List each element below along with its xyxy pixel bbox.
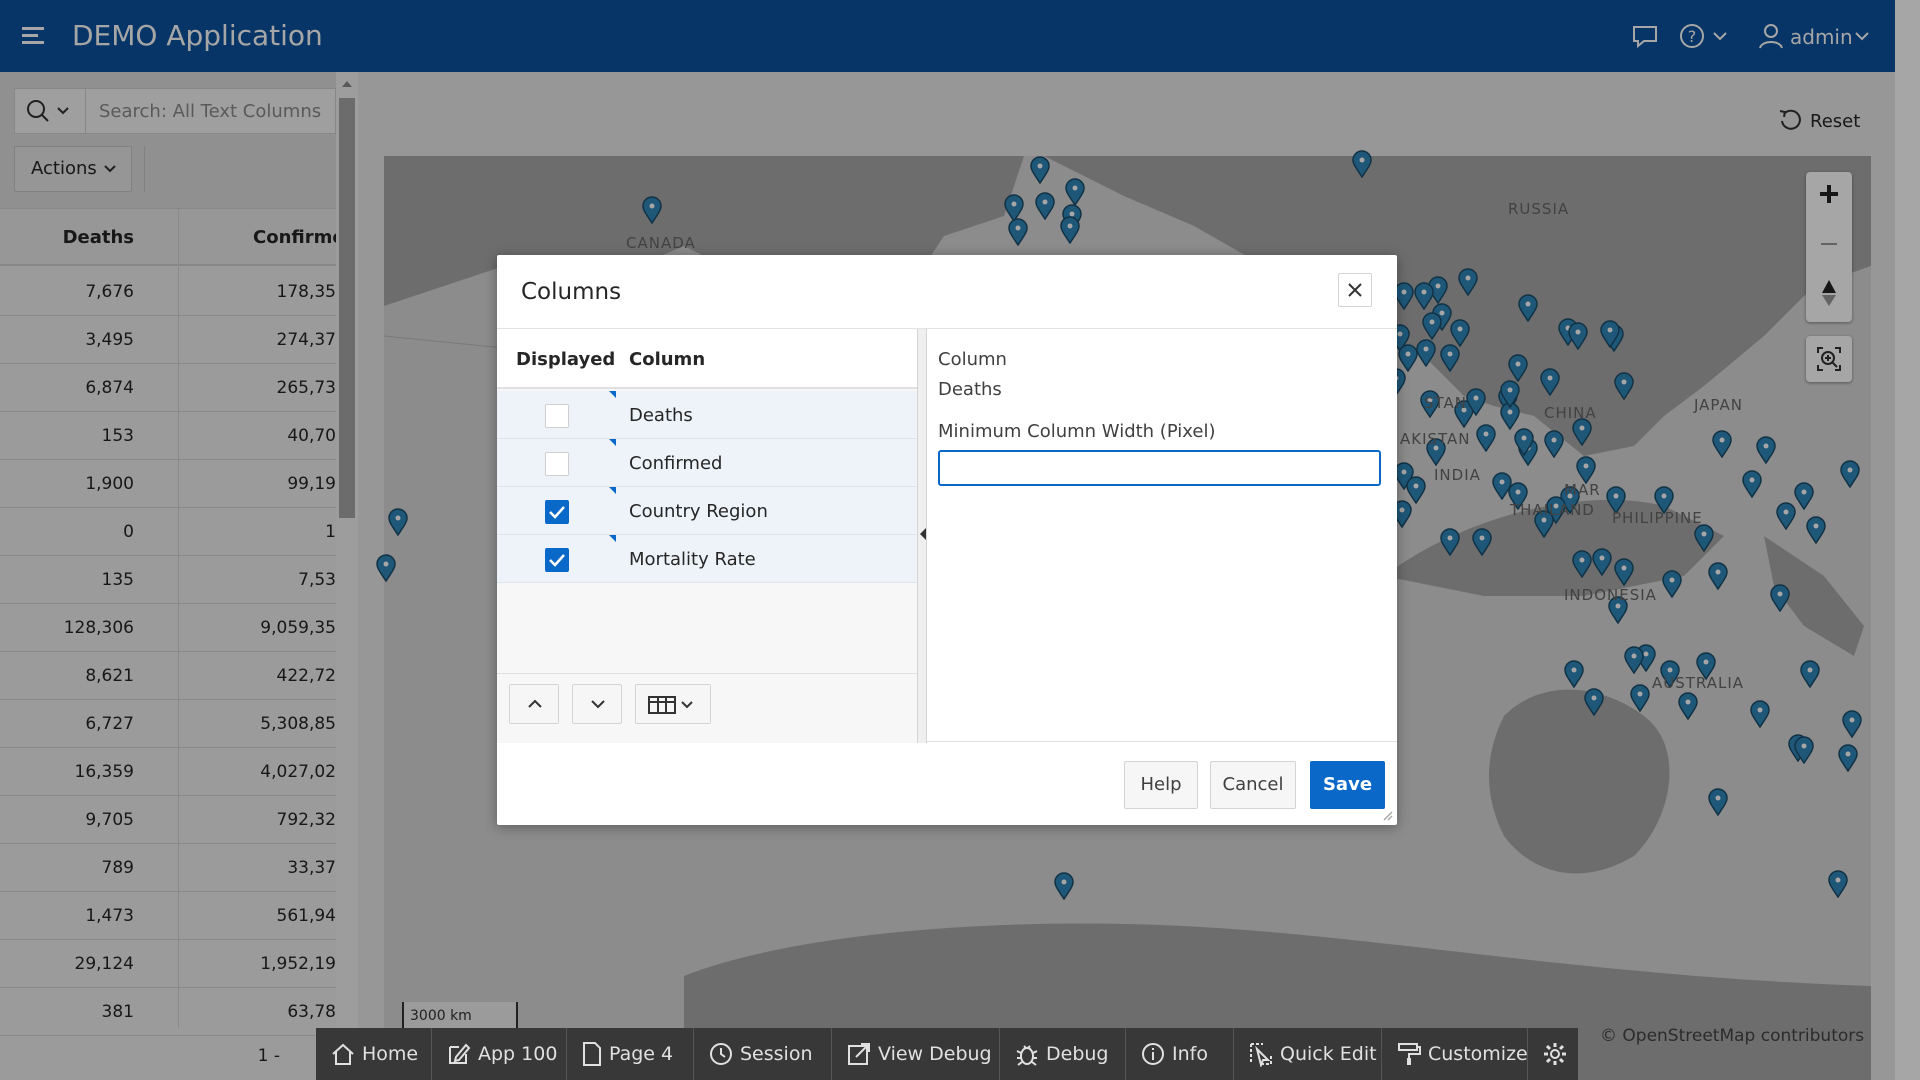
page-edit-icon — [583, 1042, 601, 1066]
changed-indicator — [609, 535, 616, 542]
changed-indicator — [609, 487, 616, 494]
header-column: Column — [629, 349, 706, 370]
dev-app-label: App 100 — [478, 1043, 558, 1065]
chevron-down-icon — [591, 700, 605, 709]
resize-handle-icon[interactable] — [1381, 809, 1393, 821]
dev-home-button[interactable]: Home — [316, 1028, 432, 1080]
column-name: Country Region — [629, 501, 768, 522]
column-list-toolbar — [497, 673, 917, 743]
dev-view-debug-button[interactable]: View Debug — [832, 1028, 1000, 1080]
paint-roller-icon — [1398, 1043, 1421, 1065]
dev-customize-button[interactable]: Customize — [1382, 1028, 1528, 1080]
dev-quick-edit-button[interactable]: Quick Edit — [1234, 1028, 1382, 1080]
home-icon — [332, 1043, 354, 1065]
min-width-label: Minimum Column Width (Pixel) — [938, 421, 1216, 442]
pane-splitter[interactable] — [917, 329, 927, 743]
dev-quick-edit-label: Quick Edit — [1280, 1043, 1377, 1065]
changed-indicator — [609, 391, 616, 398]
dev-home-label: Home — [362, 1043, 419, 1065]
gear-icon — [1544, 1043, 1566, 1065]
displayed-checkbox[interactable] — [545, 452, 569, 476]
quick-edit-icon — [1250, 1043, 1272, 1067]
changed-indicator — [609, 439, 616, 446]
column-name: Deaths — [629, 405, 693, 426]
move-down-button[interactable] — [572, 684, 622, 724]
column-options-button[interactable] — [635, 684, 711, 724]
collapse-icon[interactable] — [919, 527, 927, 541]
move-up-button[interactable] — [509, 684, 559, 724]
save-button[interactable]: Save — [1310, 761, 1385, 809]
dev-session-label: Session — [740, 1043, 813, 1065]
column-list-item[interactable]: Country Region — [497, 487, 917, 535]
clock-icon — [710, 1043, 732, 1065]
dev-debug-button[interactable]: Debug — [1000, 1028, 1126, 1080]
header-displayed: Displayed — [516, 349, 616, 370]
close-button[interactable] — [1338, 273, 1372, 307]
bug-icon — [1016, 1045, 1038, 1066]
column-name: Confirmed — [629, 453, 723, 474]
detail-column-value: Deaths — [938, 379, 1002, 400]
dev-info-label: Info — [1172, 1043, 1208, 1065]
column-list-pane: Displayed Column Deaths Confirmed Country … — [497, 329, 917, 743]
dev-info-button[interactable]: Info — [1126, 1028, 1234, 1080]
column-name: Mortality Rate — [629, 549, 756, 570]
edit-icon — [449, 1043, 471, 1064]
dialog-body: Displayed Column Deaths Confirmed Country … — [497, 328, 1397, 743]
help-button[interactable]: Help — [1124, 761, 1198, 809]
column-list-header: Displayed Column — [497, 329, 917, 389]
column-list-item[interactable]: Confirmed — [497, 439, 917, 487]
dev-app-button[interactable]: App 100 — [432, 1028, 567, 1080]
chevron-up-icon — [528, 699, 542, 708]
displayed-checkbox[interactable] — [545, 500, 569, 524]
dev-page-label: Page 4 — [609, 1043, 674, 1065]
dev-settings-button[interactable] — [1528, 1028, 1578, 1080]
cancel-button[interactable]: Cancel — [1210, 761, 1296, 809]
dev-customize-label: Customize — [1428, 1043, 1528, 1065]
check-icon — [549, 554, 565, 567]
dev-session-button[interactable]: Session — [694, 1028, 832, 1080]
detail-column-label: Column — [938, 349, 1007, 370]
table-columns-icon — [648, 696, 693, 714]
check-icon — [549, 506, 565, 519]
info-icon — [1142, 1043, 1164, 1065]
column-list-item[interactable]: Mortality Rate — [497, 535, 917, 583]
external-view-icon — [848, 1043, 870, 1065]
displayed-checkbox[interactable] — [545, 404, 569, 428]
dev-view-debug-label: View Debug — [878, 1043, 992, 1065]
developer-toolbar: Home App 100 Page 4 Session View Debug D… — [316, 1028, 1578, 1080]
column-list-item[interactable]: Deaths — [497, 391, 917, 439]
dev-debug-label: Debug — [1046, 1043, 1109, 1065]
column-detail-pane: Column Deaths Minimum Column Width (Pixe… — [927, 329, 1397, 743]
displayed-checkbox[interactable] — [545, 548, 569, 572]
dev-page-button[interactable]: Page 4 — [567, 1028, 694, 1080]
min-width-input[interactable] — [938, 450, 1381, 486]
columns-dialog: Columns Displayed Column Deaths Confirmed… — [497, 255, 1397, 825]
dialog-title: Columns — [521, 279, 622, 305]
close-icon — [1348, 283, 1362, 297]
